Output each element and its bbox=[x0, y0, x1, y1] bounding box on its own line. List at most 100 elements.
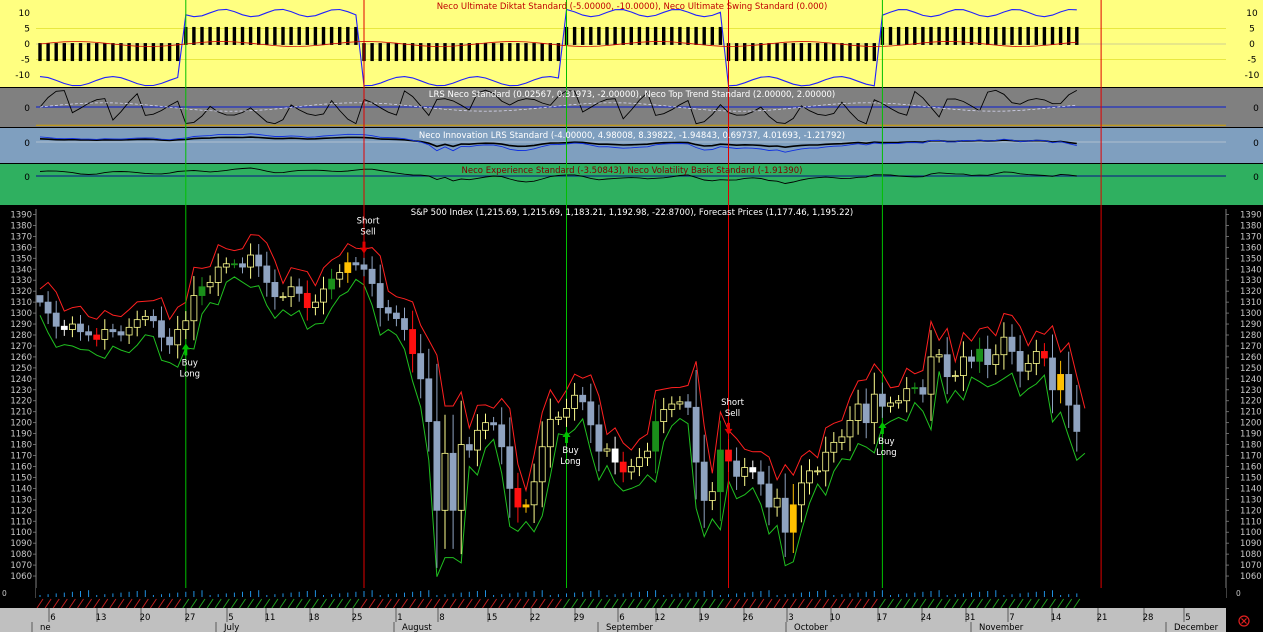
candle bbox=[158, 320, 165, 338]
x-axis-day-label: 29 bbox=[574, 613, 585, 623]
diktat-bar bbox=[192, 26, 196, 45]
price-tick-label-right: 1170 bbox=[1240, 452, 1262, 462]
diktat-tick-right: -5 bbox=[1248, 56, 1257, 66]
price-tick-label-right: 1200 bbox=[1240, 419, 1262, 429]
candle bbox=[1000, 336, 1008, 356]
candle bbox=[109, 329, 117, 333]
candle bbox=[295, 286, 303, 294]
innovation-tick-left: 0 bbox=[24, 139, 30, 149]
candle bbox=[60, 325, 68, 330]
diktat-bar bbox=[629, 26, 633, 45]
x-axis-day-label: 22 bbox=[530, 613, 541, 623]
candle bbox=[530, 481, 538, 506]
price-tick-label-right: 1060 bbox=[1240, 572, 1262, 582]
diktat-tick-right: 5 bbox=[1249, 25, 1255, 35]
diktat-bar bbox=[265, 26, 269, 45]
diktat-bar bbox=[799, 43, 804, 62]
diktat-bar bbox=[38, 43, 42, 62]
candle bbox=[1008, 336, 1016, 352]
candle bbox=[636, 457, 643, 467]
candle bbox=[425, 378, 433, 422]
candle bbox=[1041, 351, 1048, 359]
price-tick-label-right: 1240 bbox=[1240, 375, 1262, 385]
price-tick-label-right: 1180 bbox=[1240, 441, 1262, 451]
innovation-panel-title: Neco Innovation LRS Standard (-4.00000, … bbox=[419, 131, 845, 141]
x-axis-day-label: 5 bbox=[1185, 613, 1190, 623]
candle bbox=[182, 320, 190, 330]
candle bbox=[133, 319, 141, 328]
diktat-bar bbox=[143, 43, 147, 62]
diktat-bar bbox=[921, 26, 925, 45]
price-tick-label-right: 1190 bbox=[1240, 430, 1262, 440]
diktat-bar bbox=[305, 26, 309, 45]
price-tick-label-right: 1080 bbox=[1240, 550, 1262, 560]
x-axis-month-label: August bbox=[402, 623, 432, 632]
price-tick-label-left: 1130 bbox=[10, 495, 32, 505]
candle bbox=[392, 312, 400, 319]
diktat-bar bbox=[378, 43, 382, 62]
x-axis-day-label: 7 bbox=[1009, 613, 1014, 623]
diktat-bar bbox=[613, 26, 617, 45]
price-tick-label-left: 1290 bbox=[10, 320, 32, 330]
lrs-panel-title: LRS Neco Standard (0.02567, 0.31973, -2.… bbox=[429, 90, 836, 100]
x-axis-day-label: 13 bbox=[96, 613, 107, 623]
price-tick-label-left: 1110 bbox=[10, 517, 32, 527]
candle bbox=[879, 393, 886, 407]
candle bbox=[700, 461, 708, 501]
diktat-tick-left: -5 bbox=[21, 56, 30, 66]
x-axis-month-label: ne bbox=[40, 623, 51, 632]
lrs-tick-right: 0 bbox=[1253, 104, 1259, 114]
price-tick-label-left: 1240 bbox=[10, 375, 32, 385]
x-axis-day-label: 25 bbox=[352, 613, 363, 623]
x-axis-day-label: 6 bbox=[50, 613, 55, 623]
candle bbox=[960, 356, 967, 376]
x-axis-day-label: 26 bbox=[743, 613, 754, 623]
candle bbox=[263, 265, 271, 283]
candle bbox=[854, 403, 862, 421]
price-tick-label-right: 1210 bbox=[1240, 408, 1262, 418]
diktat-bar bbox=[605, 26, 609, 45]
price-tick-label-left: 1390 bbox=[10, 210, 32, 220]
sell-label: Sell bbox=[1097, 0, 1112, 3]
candle bbox=[441, 452, 449, 511]
diktat-bar bbox=[1002, 26, 1006, 45]
candle bbox=[692, 406, 700, 463]
buy-label: Buy bbox=[878, 437, 894, 447]
diktat-bar bbox=[297, 26, 301, 45]
price-tick-label-left: 1310 bbox=[10, 298, 32, 308]
diktat-bar bbox=[653, 26, 658, 45]
candle bbox=[311, 301, 319, 309]
diktat-bar bbox=[483, 43, 488, 62]
diktat-bar bbox=[508, 43, 512, 62]
diktat-bar bbox=[686, 26, 690, 45]
x-axis-day-label: 17 bbox=[877, 613, 888, 623]
experience-tick-right: 0 bbox=[1253, 173, 1259, 183]
candle bbox=[409, 329, 417, 355]
x-axis-month-label: July bbox=[223, 623, 239, 632]
diktat-bar bbox=[759, 43, 763, 62]
price-tick-label-right: 1250 bbox=[1240, 364, 1262, 374]
diktat-bar bbox=[443, 43, 447, 62]
buy-label: Long bbox=[180, 369, 201, 379]
diktat-tick-left: 0 bbox=[24, 40, 30, 50]
diktat-bar bbox=[273, 26, 277, 45]
candle bbox=[506, 446, 514, 489]
diktat-panel-title: Neco Ultimate Diktat Standard (-5.00000,… bbox=[437, 2, 828, 12]
diktat-bar bbox=[913, 26, 917, 45]
candle bbox=[174, 329, 182, 346]
buy-label: Long bbox=[876, 448, 897, 458]
diktat-bar bbox=[572, 26, 577, 45]
x-axis-day-label: 28 bbox=[1143, 613, 1154, 623]
diktat-bar bbox=[176, 43, 180, 62]
diktat-bar bbox=[1042, 26, 1047, 45]
diktat-bar bbox=[775, 43, 779, 62]
candle bbox=[52, 312, 60, 327]
diktat-bar bbox=[435, 43, 439, 62]
candle bbox=[919, 387, 927, 395]
diktat-bar bbox=[888, 26, 893, 45]
diktat-bar bbox=[475, 43, 480, 62]
price-tick-label-left: 1340 bbox=[10, 265, 32, 275]
candle bbox=[660, 409, 668, 422]
x-axis-day-label: 3 bbox=[788, 613, 793, 623]
diktat-bar bbox=[54, 43, 58, 62]
